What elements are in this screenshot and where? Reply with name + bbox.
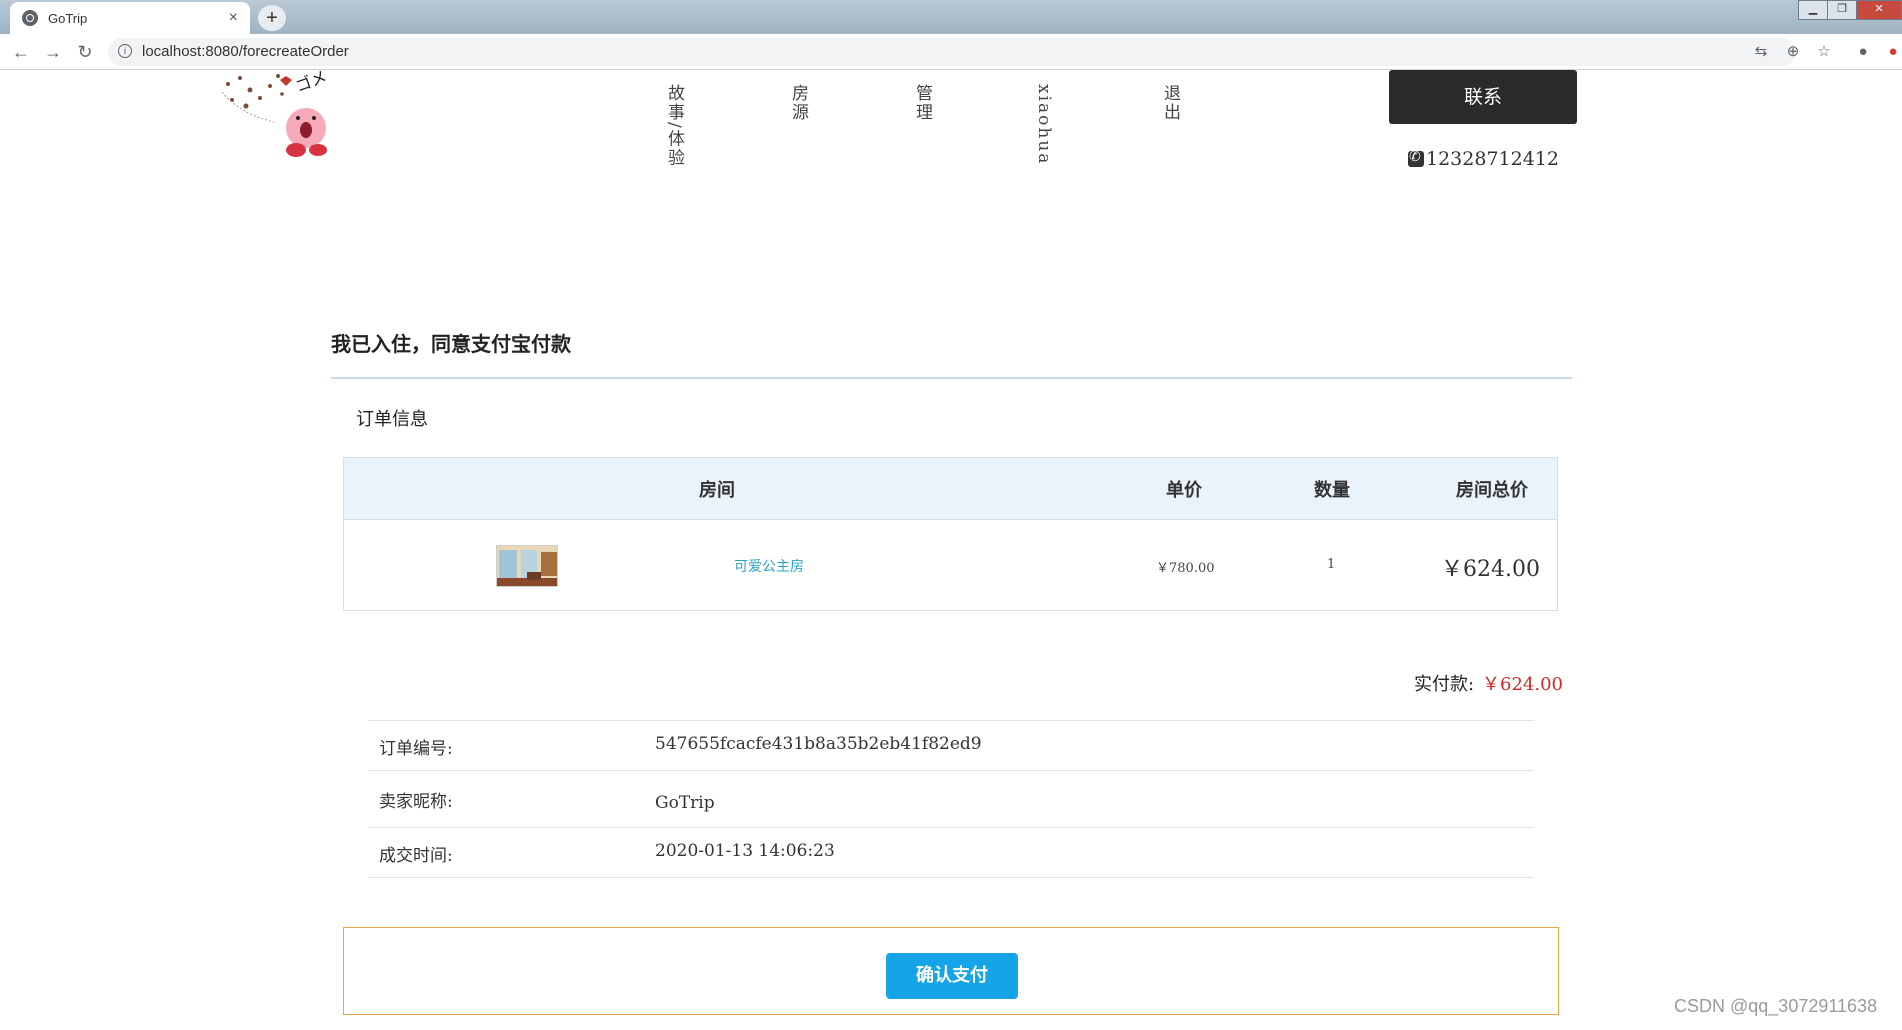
deal-time-label: 成交时间: [379,846,453,866]
seller-value: GoTrip [655,793,715,813]
deal-time-value: 2020-01-13 14:06:23 [655,841,835,861]
heading-divider [331,377,1572,379]
quantity: 1 [1327,557,1336,572]
confirm-pay-button[interactable]: 确认支付 [886,953,1018,999]
kirby-logo-icon: ゴメ [221,67,330,157]
room-image [497,546,557,586]
deal-time-row: 成交时间: 2020-01-13 14:06:23 [368,827,1534,878]
order-table-header: 房间 单价 数量 房间总价 [344,458,1557,520]
tab-close-icon[interactable]: × [229,9,238,27]
forward-arrow-icon[interactable]: → [42,41,64,63]
header-room-total: 房间总价 [1456,480,1528,501]
extension-icon[interactable]: ● [1884,43,1902,61]
order-details: 订单编号: 547655fcacfe431b8a35b2eb41f82ed9 ·… [368,720,1534,878]
order-table: 房间 单价 数量 房间总价 可爱公主房 ￥780.00 1 ￥624.00 [343,457,1558,611]
paid-amount: ￥624.00 [1482,674,1563,695]
tab-title: GoTrip [48,10,88,26]
minimize-button[interactable]: ▁ [1798,0,1828,20]
nav-manage[interactable]: 管理 [910,84,935,122]
seller-row: 卖家昵称: GoTrip [368,770,1534,827]
profile-icon[interactable]: ● [1854,43,1872,61]
close-window-button[interactable]: ✕ [1856,0,1902,20]
table-row: 可爱公主房 ￥780.00 1 ￥624.00 [344,520,1557,612]
nav-logout[interactable]: 退出 [1158,84,1183,122]
reload-icon[interactable]: ↻ [74,41,96,63]
watermark: CSDN @qq_3072911638 [1674,996,1878,1016]
browser-tab[interactable]: GoTrip × [10,2,250,34]
page-title: 我已入住，同意支付宝付款 [331,332,571,356]
url-text: localhost:8080/forecreateOrder [142,43,349,60]
room-total-price: ￥624.00 [1441,557,1540,582]
phone-number: 12328712412 [1426,148,1559,170]
header-unit-price: 单价 [1166,480,1202,501]
address-bar[interactable]: i localhost:8080/forecreateOrder [108,38,1796,66]
header-quantity: 数量 [1314,480,1350,501]
phone-icon [1408,149,1424,167]
nav-story-experience[interactable]: 故事/体验 [662,84,687,168]
order-number-label: 订单编号: [379,739,453,759]
room-thumbnail[interactable] [496,545,558,587]
nav-user-xiaohua[interactable]: xiaohua [1034,84,1054,165]
room-name-link[interactable]: 可爱公主房 [734,556,804,576]
info-icon[interactable]: i [118,44,132,58]
site-logo[interactable]: ゴメ [220,67,355,162]
truncation-dots: ······ [926,738,949,752]
seller-label: 卖家昵称: [379,792,453,812]
window-controls: ▁ ❐ ✕ [1798,0,1902,20]
back-arrow-icon[interactable]: ← [10,41,32,63]
browser-toolbar: ← → ↻ i localhost:8080/forecreateOrder ⇆… [0,34,1902,70]
unit-price: ￥780.00 [1156,561,1215,576]
browser-titlebar: GoTrip × + ▁ ❐ ✕ [0,0,1902,34]
restore-button[interactable]: ❐ [1827,0,1857,20]
order-number-row: 订单编号: 547655fcacfe431b8a35b2eb41f82ed9 ·… [368,720,1534,770]
order-info-title: 订单信息 [356,409,428,430]
bookmark-star-icon[interactable]: ☆ [1815,43,1833,61]
contact-button[interactable]: 联系 [1389,70,1577,124]
phone-contact: 12328712412 [1408,148,1559,170]
zoom-icon[interactable]: ⊕ [1784,43,1802,61]
svg-text:ゴメ: ゴメ [293,70,330,96]
translate-icon[interactable]: ⇆ [1752,43,1770,61]
paid-amount-label: 实付款: [1414,674,1475,695]
globe-icon [22,10,38,26]
new-tab-button[interactable]: + [258,5,286,31]
header-room: 房间 [699,480,735,501]
nav-listings[interactable]: 房源 [786,84,811,122]
confirm-panel: 确认支付 [343,927,1559,1015]
